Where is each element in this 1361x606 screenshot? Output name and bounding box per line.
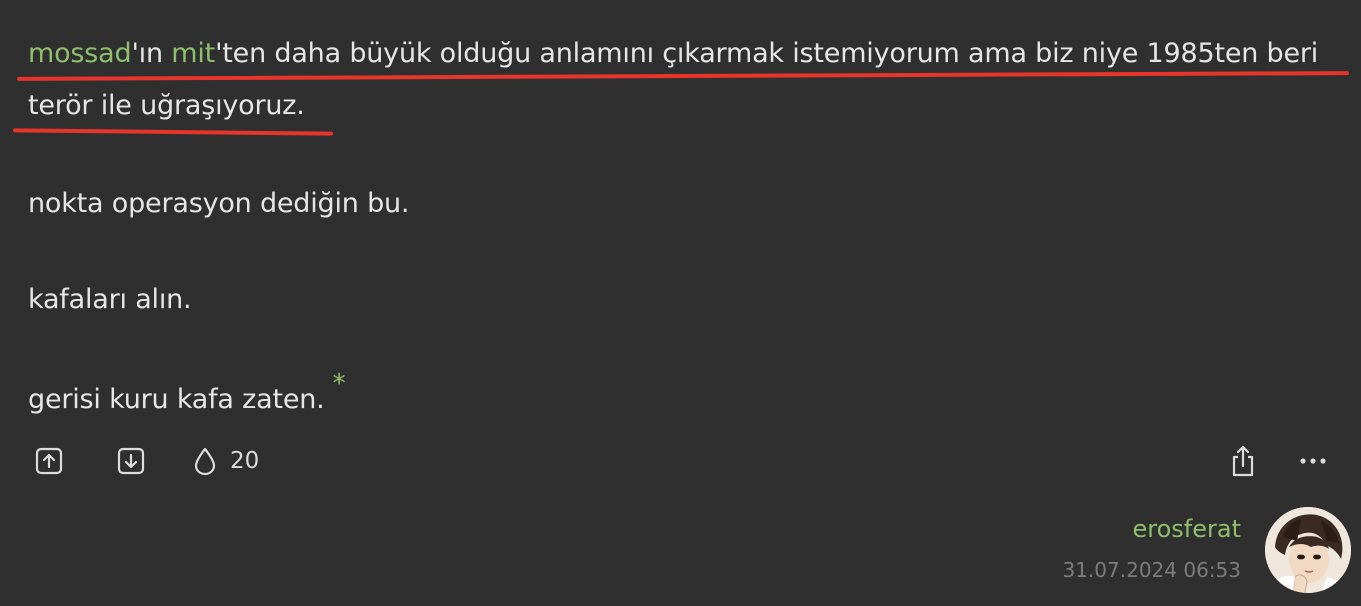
more-icon xyxy=(1300,458,1326,464)
downvote-button[interactable] xyxy=(110,440,152,482)
entry-paragraph-2: nokta operasyon dediğin bu. xyxy=(28,188,410,219)
favorite-count: 20 xyxy=(230,448,260,474)
vote-actions: 20 xyxy=(28,440,259,482)
share-button[interactable] xyxy=(1223,440,1263,482)
entry-text: 'ten daha büyük olduğu anlamını çıkarmak… xyxy=(215,38,1319,69)
avatar-image xyxy=(1265,507,1351,593)
entry-date-link[interactable]: 31.07.2024 06:53 xyxy=(1062,554,1241,586)
avatar[interactable] xyxy=(1265,507,1351,593)
bkz-link-mossad[interactable]: mossad xyxy=(28,38,132,69)
bkz-link-mit[interactable]: mit xyxy=(171,38,215,69)
star-link[interactable]: * xyxy=(333,369,346,399)
entry-text: terör ile uğraşıyoruz. xyxy=(28,90,305,121)
favorite-button[interactable]: 20 xyxy=(192,446,259,476)
share-icon xyxy=(1232,445,1254,477)
entry-text: gerisi kuru kafa zaten. xyxy=(28,384,325,415)
entry-paragraph-4: gerisi kuru kafa zaten. * xyxy=(28,369,346,426)
entry-footer: erosferat 31.07.2024 06:53 xyxy=(1062,512,1241,586)
entry-paragraph-3: kafaları alın. xyxy=(28,284,192,315)
downvote-icon xyxy=(117,447,145,475)
upvote-icon xyxy=(35,447,63,475)
upvote-button[interactable] xyxy=(28,440,70,482)
entry-tools xyxy=(1223,440,1333,482)
entry-text: 'ın xyxy=(131,38,172,69)
drop-icon xyxy=(194,447,216,476)
entry: mossad'ın mit'ten daha büyük olduğu anla… xyxy=(0,0,1361,606)
author-name-link[interactable]: erosferat xyxy=(1062,512,1242,546)
more-options-button[interactable] xyxy=(1293,440,1333,482)
